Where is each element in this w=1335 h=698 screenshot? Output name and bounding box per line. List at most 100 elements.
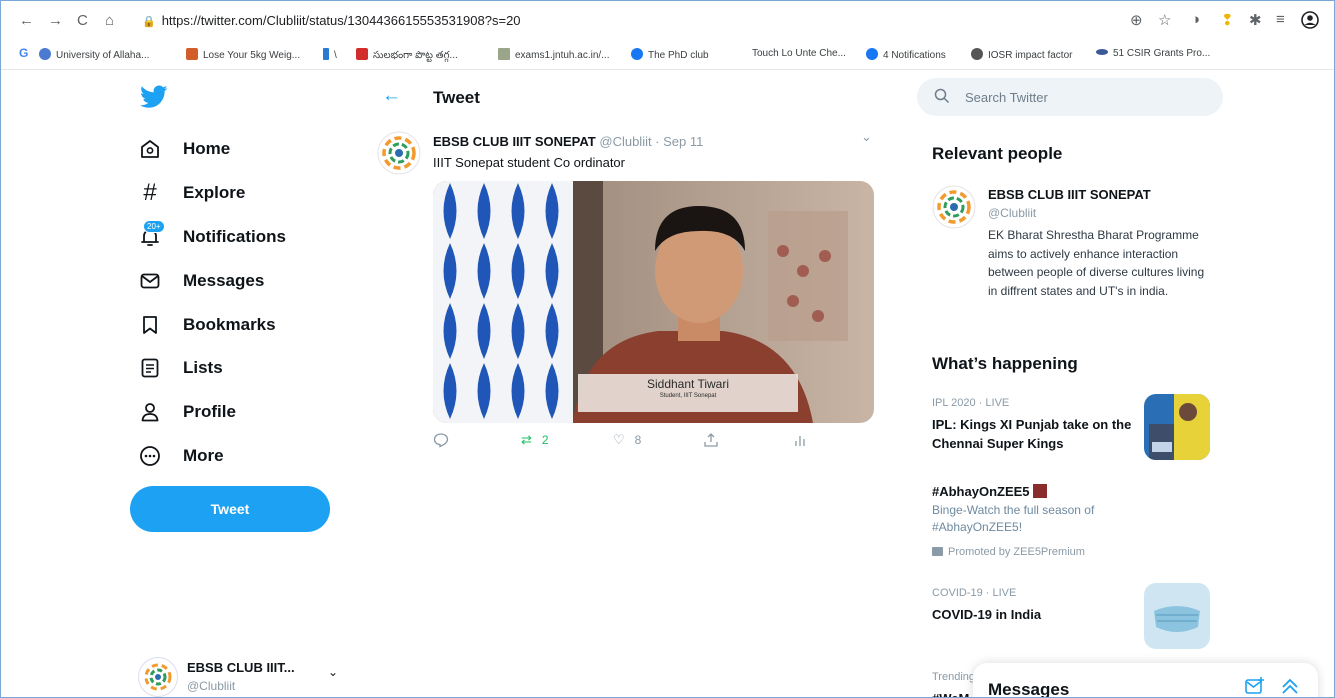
nav-profile[interactable]: Profile — [137, 398, 236, 426]
nav-home[interactable]: Home — [137, 135, 230, 163]
trend-thumbnail — [1144, 394, 1210, 460]
bookmark-icon — [137, 312, 163, 338]
lock-icon: 🔒 — [142, 16, 156, 28]
relevant-people-title: Relevant people — [932, 144, 1063, 163]
relevant-avatar[interactable] — [932, 185, 976, 229]
nav-more[interactable]: More — [137, 442, 224, 470]
tweet-author-avatar[interactable] — [377, 131, 421, 175]
promoted-trend-title[interactable]: #AbhayOnZEE5 — [932, 482, 1132, 501]
extension-bulb-icon[interactable]: ❢ — [1221, 11, 1234, 29]
messages-dock[interactable]: Messages — [973, 663, 1318, 698]
google-icon[interactable]: G — [19, 46, 28, 60]
bookmark-item[interactable]: University of Allaha... — [39, 48, 149, 61]
nav-messages[interactable]: Messages — [137, 267, 264, 295]
relevant-name[interactable]: EBSB CLUB IIIT SONEPAT — [988, 187, 1151, 202]
reload-icon[interactable]: C — [77, 12, 88, 29]
home-page-icon[interactable]: ⌂ — [105, 12, 114, 29]
extension-circle-icon[interactable]: ◑ — [1191, 11, 1200, 28]
bookmark-item[interactable]: Lose Your 5kg Weig... — [186, 48, 300, 61]
globe-icon — [39, 48, 51, 60]
forward-arrow-icon[interactable]: → — [48, 12, 63, 29]
trend-meta: COVID-19 · LIVE — [932, 587, 1017, 599]
bookmark-item[interactable]: Touch Lo Unte Che... — [752, 48, 846, 59]
tweet-author-name[interactable]: EBSB CLUB IIIT SONEPAT — [433, 134, 596, 149]
link-icon — [1096, 49, 1108, 55]
nav-explore[interactable]: # Explore — [137, 179, 245, 207]
nav-bookmarks-label: Bookmarks — [183, 315, 276, 334]
tweet-actions: ⇄ 2 ♡ 8 — [433, 432, 813, 452]
trend-thumbnail — [1144, 583, 1210, 649]
tweet-options-chevron-icon[interactable]: ⌄ — [861, 129, 872, 145]
profile-avatar-icon[interactable] — [1301, 11, 1319, 33]
facebook-icon — [866, 48, 878, 60]
analytics-icon[interactable] — [793, 432, 807, 448]
double-chevron-up-icon[interactable] — [1280, 677, 1300, 697]
nav-bookmarks[interactable]: Bookmarks — [137, 311, 276, 339]
bookmark-item[interactable]: 4 Notifications — [866, 48, 946, 61]
search-input[interactable]: Search Twitter — [965, 90, 1048, 105]
nav-notifications[interactable]: 20+ Notifications — [137, 220, 286, 251]
bookmark-item[interactable]: 51 CSIR Grants Pro... — [1096, 48, 1210, 59]
share-icon[interactable] — [703, 432, 719, 448]
tweet-meta: @Clubliit · Sep 11 — [599, 134, 704, 149]
messages-dock-label: Messages — [988, 680, 1070, 698]
tweet-header: EBSB CLUB IIIT SONEPAT @Clubliit · Sep 1… — [433, 134, 703, 149]
bookmark-item[interactable]: IOSR impact factor — [971, 48, 1072, 61]
page-title: Tweet — [433, 88, 480, 107]
back-arrow-icon[interactable]: ← — [382, 85, 401, 107]
new-message-icon[interactable] — [1245, 677, 1265, 697]
relevant-handle: @Clubliit — [988, 206, 1037, 220]
twitter-logo-icon[interactable] — [140, 85, 168, 114]
account-handle: @Clubliit — [187, 679, 236, 693]
hashtag-icon: # — [143, 179, 157, 206]
tweet-text: IIIT Sonepat student Co ordinator — [433, 155, 625, 170]
video-caption-role: Student, IIIT Sonepat — [659, 393, 717, 399]
nav-explore-label: Explore — [183, 183, 246, 202]
promoted-by[interactable]: Promoted by ZEE5Premium — [932, 546, 1085, 558]
nav-home-label: Home — [183, 139, 231, 158]
back-arrow-icon[interactable]: ← — [19, 12, 34, 29]
account-switcher[interactable]: EBSB CLUB IIIT... @Clubliit ⌄ — [138, 657, 348, 697]
avatar — [138, 657, 178, 697]
video-caption-name: Siddhant Tiwari — [646, 377, 730, 391]
relevant-bio: EK Bharat Shrestha Bharat Programme aims… — [988, 228, 1205, 298]
whats-happening-title: What’s happening — [932, 354, 1078, 373]
reply-icon[interactable] — [433, 432, 449, 448]
reading-list-icon[interactable]: ≡ — [1276, 11, 1285, 28]
retweet-icon: ⇄ — [521, 432, 532, 447]
nav-notifications-label: Notifications — [183, 227, 286, 246]
chevron-down-icon[interactable]: ⌄ — [328, 665, 338, 679]
retweet-button[interactable]: ⇄ 2 — [521, 432, 549, 448]
tweet-button[interactable]: Tweet — [130, 486, 330, 532]
globe-icon — [971, 48, 983, 60]
browser-window: ← → C ⌂ 🔒 https://twitter.com/Clubliit/st… — [0, 0, 1335, 698]
figure-icon — [186, 48, 198, 60]
promoted-trend-desc: Binge-Watch the full season of #AbhayOnZ… — [932, 503, 1095, 534]
zoom-icon[interactable]: ⊕ — [1130, 11, 1143, 29]
bookmark-star-icon[interactable]: ☆ — [1158, 11, 1171, 29]
bookmark-item[interactable]: సులభంగా పొట్ట తగ్గ... — [356, 48, 458, 63]
bookmarks-bar: G University of Allaha... Lose Your 5kg … — [1, 41, 1334, 70]
extensions-puzzle-icon[interactable]: ✱ — [1249, 11, 1262, 29]
more-icon — [137, 443, 163, 469]
info-icon — [323, 48, 329, 60]
trend-item[interactable]: IPL: Kings XI Punjab take on the Chennai… — [932, 415, 1132, 453]
facebook-icon — [631, 48, 643, 60]
search-box[interactable]: Search Twitter — [917, 78, 1223, 116]
bell-icon: 20+ — [137, 220, 165, 250]
document-icon — [498, 48, 510, 60]
retweet-count: 2 — [541, 433, 549, 447]
tweet-video[interactable]: Siddhant Tiwari Student, IIIT Sonepat — [433, 181, 874, 423]
address-bar[interactable]: 🔒 https://twitter.com/Clubliit/status/130… — [142, 13, 521, 28]
trend-meta: Trending — [932, 671, 976, 683]
like-button[interactable]: ♡ 8 — [613, 432, 641, 448]
nav-lists[interactable]: Lists — [137, 354, 223, 382]
trend-item[interactable]: COVID-19 in India — [932, 605, 1132, 624]
nav-more-label: More — [183, 446, 224, 465]
bookmark-item[interactable]: exams1.jntuh.ac.in/... — [498, 48, 610, 61]
nav-messages-label: Messages — [183, 271, 265, 290]
search-icon — [934, 88, 950, 109]
bookmark-item[interactable]: The PhD club — [631, 48, 709, 61]
channel-icon — [356, 48, 368, 60]
bookmark-item[interactable]: \ — [323, 48, 337, 61]
